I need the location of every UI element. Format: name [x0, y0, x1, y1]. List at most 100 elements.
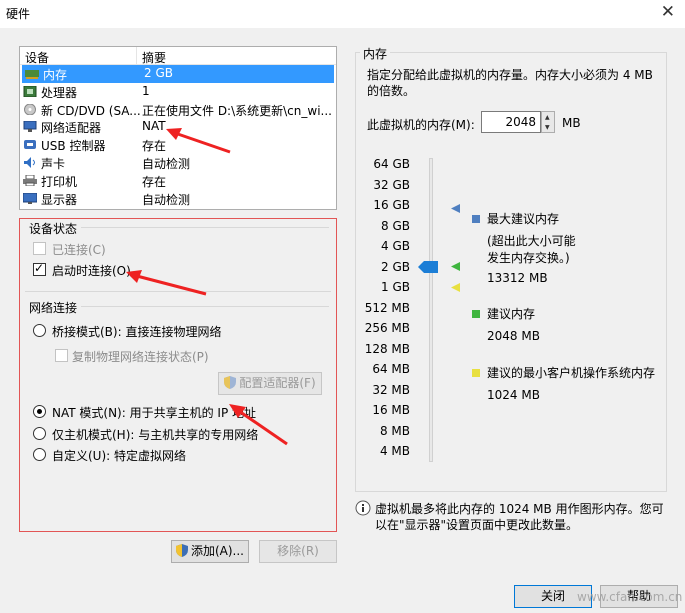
memory-tick-label: 128 MB	[364, 341, 410, 356]
device-summary: 存在	[142, 139, 167, 154]
memory-spinner[interactable]: ▲ ▼	[541, 111, 555, 133]
memory-description: 指定分配给此虚拟机的内存量。内存大小必须为 4 MB 的倍数。	[367, 68, 653, 98]
host-only-radio[interactable]	[33, 427, 46, 440]
connect-on-start-checkbox[interactable]	[33, 261, 46, 276]
max-legend-value: 13312 MB	[487, 271, 548, 285]
memory-slider-thumb[interactable]	[418, 261, 438, 273]
memory-tick-label: 4 GB	[381, 239, 410, 253]
shield-icon	[224, 376, 237, 389]
network-icon	[23, 121, 37, 133]
bridged-radio[interactable]	[33, 324, 46, 337]
memory-tick-label: 16 GB	[373, 198, 410, 212]
memory-tick-label: 32 GB	[373, 177, 410, 192]
device-summary: 正在使用文件 D:\系统更新\cn_wi...	[142, 103, 332, 118]
memory-tick-label: 64 GB	[373, 157, 410, 171]
memory-section-title: 内存	[360, 45, 391, 62]
device-row[interactable]: 声卡 自动检测	[20, 154, 336, 172]
device-row[interactable]: 新 CD/DVD (SA... 正在使用文件 D:\系统更新\cn_wi...	[20, 101, 336, 119]
device-row[interactable]: 处理器 1	[20, 83, 336, 101]
device-name: 打印机	[41, 174, 78, 189]
connect-on-start-label: 启动时连接(O)	[52, 264, 131, 278]
device-name: 网络适配器	[41, 121, 102, 136]
recommended-marker-icon	[451, 262, 460, 271]
connected-checkbox[interactable]	[33, 242, 46, 255]
cpu-icon	[23, 85, 37, 97]
remove-button[interactable]: 移除(R)	[259, 540, 337, 563]
memory-tick-label: 16 MB	[372, 403, 410, 417]
add-button[interactable]: 添加(A)...	[171, 540, 249, 563]
header-device[interactable]: 设备	[25, 49, 49, 66]
nat-radio[interactable]	[33, 405, 46, 418]
memory-tick-label: 256 MB	[364, 321, 410, 335]
watermark: www.cfan.com.cn	[577, 590, 683, 604]
custom-label: 自定义(U): 特定虚拟网络	[52, 449, 187, 463]
memory-label: 此虚拟机的内存(M):	[367, 118, 475, 132]
usb-icon	[24, 140, 36, 150]
bridged-label: 桥接模式(B): 直接连接物理网络	[52, 325, 222, 339]
max-marker-icon	[451, 204, 460, 213]
header-summary[interactable]: 摘要	[142, 49, 166, 66]
shield-icon	[175, 544, 188, 557]
replicate-label: 复制物理网络连接状态(P)	[72, 350, 209, 364]
info-icon	[355, 500, 371, 516]
memory-tick-label: 2 GB	[381, 259, 410, 274]
recommended-legend-label: 建议内存	[487, 307, 536, 321]
title-bar: 硬件 ✕	[0, 0, 685, 28]
custom-radio[interactable]	[33, 448, 46, 461]
recommended-legend-value: 2048 MB	[487, 329, 540, 343]
device-row[interactable]: USB 控制器 存在	[20, 136, 336, 154]
device-name: 显示器	[41, 192, 78, 207]
minimum-legend-value: 1024 MB	[487, 388, 540, 402]
window-title: 硬件	[6, 7, 31, 21]
speaker-icon	[24, 156, 35, 168]
nat-label: NAT 模式(N): 用于共享主机的 IP 地址	[52, 406, 257, 420]
memory-unit: MB	[562, 116, 581, 130]
config-adapter-button[interactable]: 配置适配器(F)	[218, 372, 322, 395]
device-name: USB 控制器	[41, 139, 106, 154]
monitor-icon	[23, 192, 37, 204]
device-row[interactable]: 显示器 自动检测	[20, 190, 336, 208]
host-only-label: 仅主机模式(H): 与主机共享的专用网络	[52, 428, 259, 442]
memory-tick-label: 512 MB	[364, 300, 410, 315]
spin-down-icon[interactable]: ▼	[545, 125, 550, 131]
close-window-icon[interactable]: ✕	[661, 2, 675, 22]
connected-label: 已连接(C)	[52, 243, 106, 257]
memory-tick-label: 8 MB	[379, 423, 410, 438]
spin-up-icon[interactable]: ▲	[545, 115, 550, 121]
device-name: 内存	[43, 68, 68, 82]
replicate-checkbox[interactable]	[55, 349, 68, 362]
max-legend-icon	[472, 215, 480, 223]
device-summary: 自动检测	[142, 156, 191, 171]
device-summary: 1	[142, 83, 150, 98]
device-summary: 2 GB	[144, 66, 173, 80]
minimum-marker-icon	[451, 283, 460, 292]
memory-tick-label: 8 GB	[381, 218, 410, 233]
disc-icon	[24, 103, 36, 115]
device-summary: 自动检测	[142, 192, 191, 207]
memory-slider-track[interactable]	[429, 158, 433, 462]
device-row[interactable]: 网络适配器 NAT	[20, 118, 336, 136]
device-list-header: 设备 摘要	[20, 47, 336, 65]
device-summary: NAT	[142, 119, 166, 134]
max-legend-label: 最大建议内存	[487, 212, 560, 226]
max-legend-note: (超出此大小可能 发生内存交换。)	[487, 234, 576, 265]
memory-input[interactable]: 2048	[481, 111, 541, 133]
memory-tick-label: 32 MB	[372, 382, 410, 397]
network-title: 网络连接	[29, 301, 78, 315]
memory-tick-label: 1 GB	[381, 280, 410, 294]
device-status-title: 设备状态	[29, 222, 78, 236]
graphics-memory-info: 虚拟机最多将此内存的 1024 MB 用作图形内存。您可以在"显示器"设置页面中…	[375, 502, 664, 532]
device-list[interactable]: 设备 摘要 内存 2 GB 处理器 1 新 CD/DVD (SA... 正在使用文件 D:…	[19, 46, 337, 210]
device-name: 新 CD/DVD (SA...	[41, 103, 141, 118]
minimum-legend-icon	[472, 369, 480, 377]
device-name: 处理器	[41, 85, 78, 100]
recommended-legend-icon	[472, 310, 480, 318]
device-name: 声卡	[41, 156, 66, 171]
device-row[interactable]: 内存 2 GB	[22, 65, 334, 83]
printer-icon	[23, 174, 37, 186]
device-summary: 存在	[142, 174, 167, 189]
minimum-legend-label: 建议的最小客户机操作系统内存	[487, 366, 656, 380]
memory-tick-label: 4 MB	[379, 444, 410, 458]
memory-icon	[25, 70, 39, 79]
device-row[interactable]: 打印机 存在	[20, 172, 336, 190]
